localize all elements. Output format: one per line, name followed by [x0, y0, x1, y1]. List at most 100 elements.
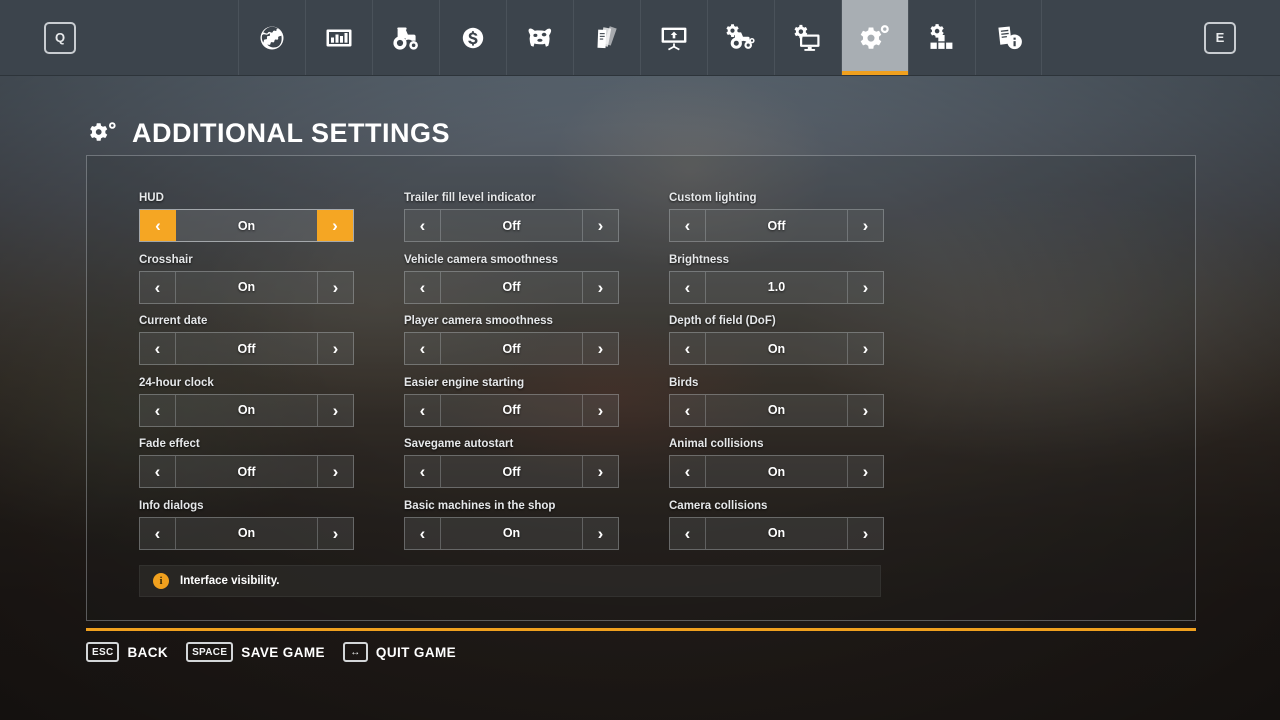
chevron-right-icon[interactable]: ›	[847, 394, 883, 426]
setting-stepper[interactable]: ‹ On ›	[139, 516, 354, 550]
chevron-left-icon[interactable]: ‹	[670, 517, 706, 549]
setting-stepper[interactable]: ‹ Off ›	[404, 455, 619, 488]
setting-row[interactable]: Custom lighting ‹ Off ›	[669, 192, 884, 242]
setting-row[interactable]: Birds ‹ On ›	[669, 377, 884, 427]
next-tab-key-hint[interactable]: E	[1160, 0, 1280, 75]
setting-stepper[interactable]: ‹ 1.0 ›	[669, 270, 884, 304]
chevron-left-icon[interactable]: ‹	[140, 271, 176, 303]
chevron-left-icon[interactable]: ‹	[670, 271, 706, 303]
chevron-right-icon[interactable]: ›	[582, 271, 618, 303]
setting-row[interactable]: Vehicle camera smoothness ‹ Off ›	[404, 254, 619, 304]
chevron-right-icon[interactable]: ›	[847, 271, 883, 303]
setting-stepper[interactable]: ‹ On ›	[139, 270, 354, 304]
setting-stepper[interactable]: ‹ Off ›	[139, 455, 354, 488]
chevron-left-icon[interactable]: ‹	[670, 333, 706, 364]
setting-row[interactable]: Basic machines in the shop ‹ On ›	[404, 500, 619, 550]
chevron-left-icon[interactable]: ‹	[140, 210, 176, 241]
setting-stepper[interactable]: ‹ Off ›	[139, 332, 354, 365]
setting-label: Easier engine starting	[404, 376, 525, 389]
footer-hint[interactable]: ESC BACK	[86, 642, 168, 662]
footer-hint[interactable]: ↔ QUIT GAME	[342, 642, 456, 662]
key-q: Q	[44, 21, 76, 54]
setting-value: On	[767, 526, 786, 540]
chevron-right-icon[interactable]: ›	[847, 517, 883, 549]
chevron-right-icon[interactable]: ›	[582, 210, 618, 241]
chevron-left-icon[interactable]: ‹	[405, 271, 441, 303]
chevron-right-icon[interactable]: ›	[847, 456, 883, 487]
setting-stepper[interactable]: ‹ On ›	[139, 209, 354, 242]
footer-hint-label: SAVE GAME	[241, 644, 325, 660]
chevron-left-icon[interactable]: ‹	[140, 517, 176, 549]
chevron-left-icon[interactable]: ‹	[405, 210, 441, 241]
setting-row[interactable]: Fade effect ‹ Off ›	[139, 438, 354, 488]
setting-row[interactable]: Brightness ‹ 1.0 ›	[669, 254, 884, 304]
chevron-right-icon[interactable]: ›	[317, 333, 353, 364]
prev-tab-key-hint[interactable]: Q	[0, 0, 120, 75]
chevron-right-icon[interactable]: ›	[847, 210, 883, 241]
setting-stepper[interactable]: ‹ On ›	[669, 516, 884, 550]
setting-label: Vehicle camera smoothness	[404, 253, 559, 266]
setting-stepper[interactable]: ‹ Off ›	[404, 209, 619, 242]
setting-stepper[interactable]: ‹ On ›	[139, 393, 354, 427]
setting-row[interactable]: Animal collisions ‹ On ›	[669, 438, 884, 488]
tab-help[interactable]	[975, 0, 1042, 75]
setting-row[interactable]: Crosshair ‹ On ›	[139, 254, 354, 304]
top-navigation-bar: Q E	[0, 0, 1280, 76]
chevron-left-icon[interactable]: ‹	[670, 394, 706, 426]
chevron-left-icon[interactable]: ‹	[670, 210, 706, 241]
chevron-right-icon[interactable]: ›	[582, 456, 618, 487]
chevron-right-icon[interactable]: ›	[582, 394, 618, 426]
setting-row[interactable]: Easier engine starting ‹ Off ›	[404, 377, 619, 427]
chevron-right-icon[interactable]: ›	[582, 333, 618, 364]
chevron-left-icon[interactable]: ‹	[140, 456, 176, 487]
setting-stepper[interactable]: ‹ Off ›	[669, 209, 884, 242]
vehicle-settings-icon	[724, 21, 758, 55]
settings-panel: HUD ‹ On › Trailer fill level indicator ‹ Off ›…	[86, 155, 1196, 621]
footer-hint-label: BACK	[127, 644, 169, 660]
chevron-right-icon[interactable]: ›	[317, 456, 353, 487]
setting-stepper[interactable]: ‹ On ›	[669, 455, 884, 488]
setting-stepper[interactable]: ‹ On ›	[404, 516, 619, 550]
chevron-left-icon[interactable]: ‹	[405, 333, 441, 364]
tab-vehicles[interactable]	[372, 0, 439, 75]
tab-tutorials[interactable]	[640, 0, 707, 75]
setting-stepper[interactable]: ‹ Off ›	[404, 393, 619, 427]
chevron-left-icon[interactable]: ‹	[405, 456, 441, 487]
globe-icon	[255, 21, 289, 55]
setting-stepper[interactable]: ‹ On ›	[669, 393, 884, 427]
setting-row[interactable]: HUD ‹ On ›	[139, 192, 354, 242]
chevron-right-icon[interactable]: ›	[317, 517, 353, 549]
tab-contracts[interactable]	[573, 0, 640, 75]
chevron-right-icon[interactable]: ›	[317, 394, 353, 426]
chevron-left-icon[interactable]: ‹	[140, 333, 176, 364]
chevron-right-icon[interactable]: ›	[582, 517, 618, 549]
setting-row[interactable]: Info dialogs ‹ On ›	[139, 500, 354, 550]
setting-stepper[interactable]: ‹ Off ›	[404, 270, 619, 304]
tab-statistics[interactable]	[305, 0, 372, 75]
setting-row[interactable]: 24-hour clock ‹ On ›	[139, 377, 354, 427]
chevron-left-icon[interactable]: ‹	[405, 517, 441, 549]
footer-hint[interactable]: SPACE SAVE GAME	[186, 642, 325, 662]
setting-row[interactable]: Player camera smoothness ‹ Off ›	[404, 315, 619, 365]
chevron-right-icon[interactable]: ›	[317, 271, 353, 303]
setting-row[interactable]: Trailer fill level indicator ‹ Off ›	[404, 192, 619, 242]
chevron-right-icon[interactable]: ›	[317, 210, 353, 241]
help-icon	[992, 21, 1026, 55]
chevron-right-icon[interactable]: ›	[847, 333, 883, 364]
chevron-left-icon[interactable]: ‹	[405, 394, 441, 426]
setting-stepper[interactable]: ‹ Off ›	[404, 332, 619, 365]
setting-row[interactable]: Current date ‹ Off ›	[139, 315, 354, 365]
setting-row[interactable]: Camera collisions ‹ On ›	[669, 500, 884, 550]
tab-mods[interactable]	[908, 0, 975, 75]
tab-additional-settings[interactable]	[841, 0, 908, 75]
setting-stepper[interactable]: ‹ On ›	[669, 332, 884, 365]
tab-animals[interactable]	[506, 0, 573, 75]
chevron-left-icon[interactable]: ‹	[670, 456, 706, 487]
setting-row[interactable]: Savegame autostart ‹ Off ›	[404, 438, 619, 488]
tab-finances[interactable]	[439, 0, 506, 75]
tab-display[interactable]	[774, 0, 841, 75]
tab-game-settings[interactable]	[707, 0, 774, 75]
tab-general[interactable]	[238, 0, 305, 75]
chevron-left-icon[interactable]: ‹	[140, 394, 176, 426]
setting-row[interactable]: Depth of field (DoF) ‹ On ›	[669, 315, 884, 365]
